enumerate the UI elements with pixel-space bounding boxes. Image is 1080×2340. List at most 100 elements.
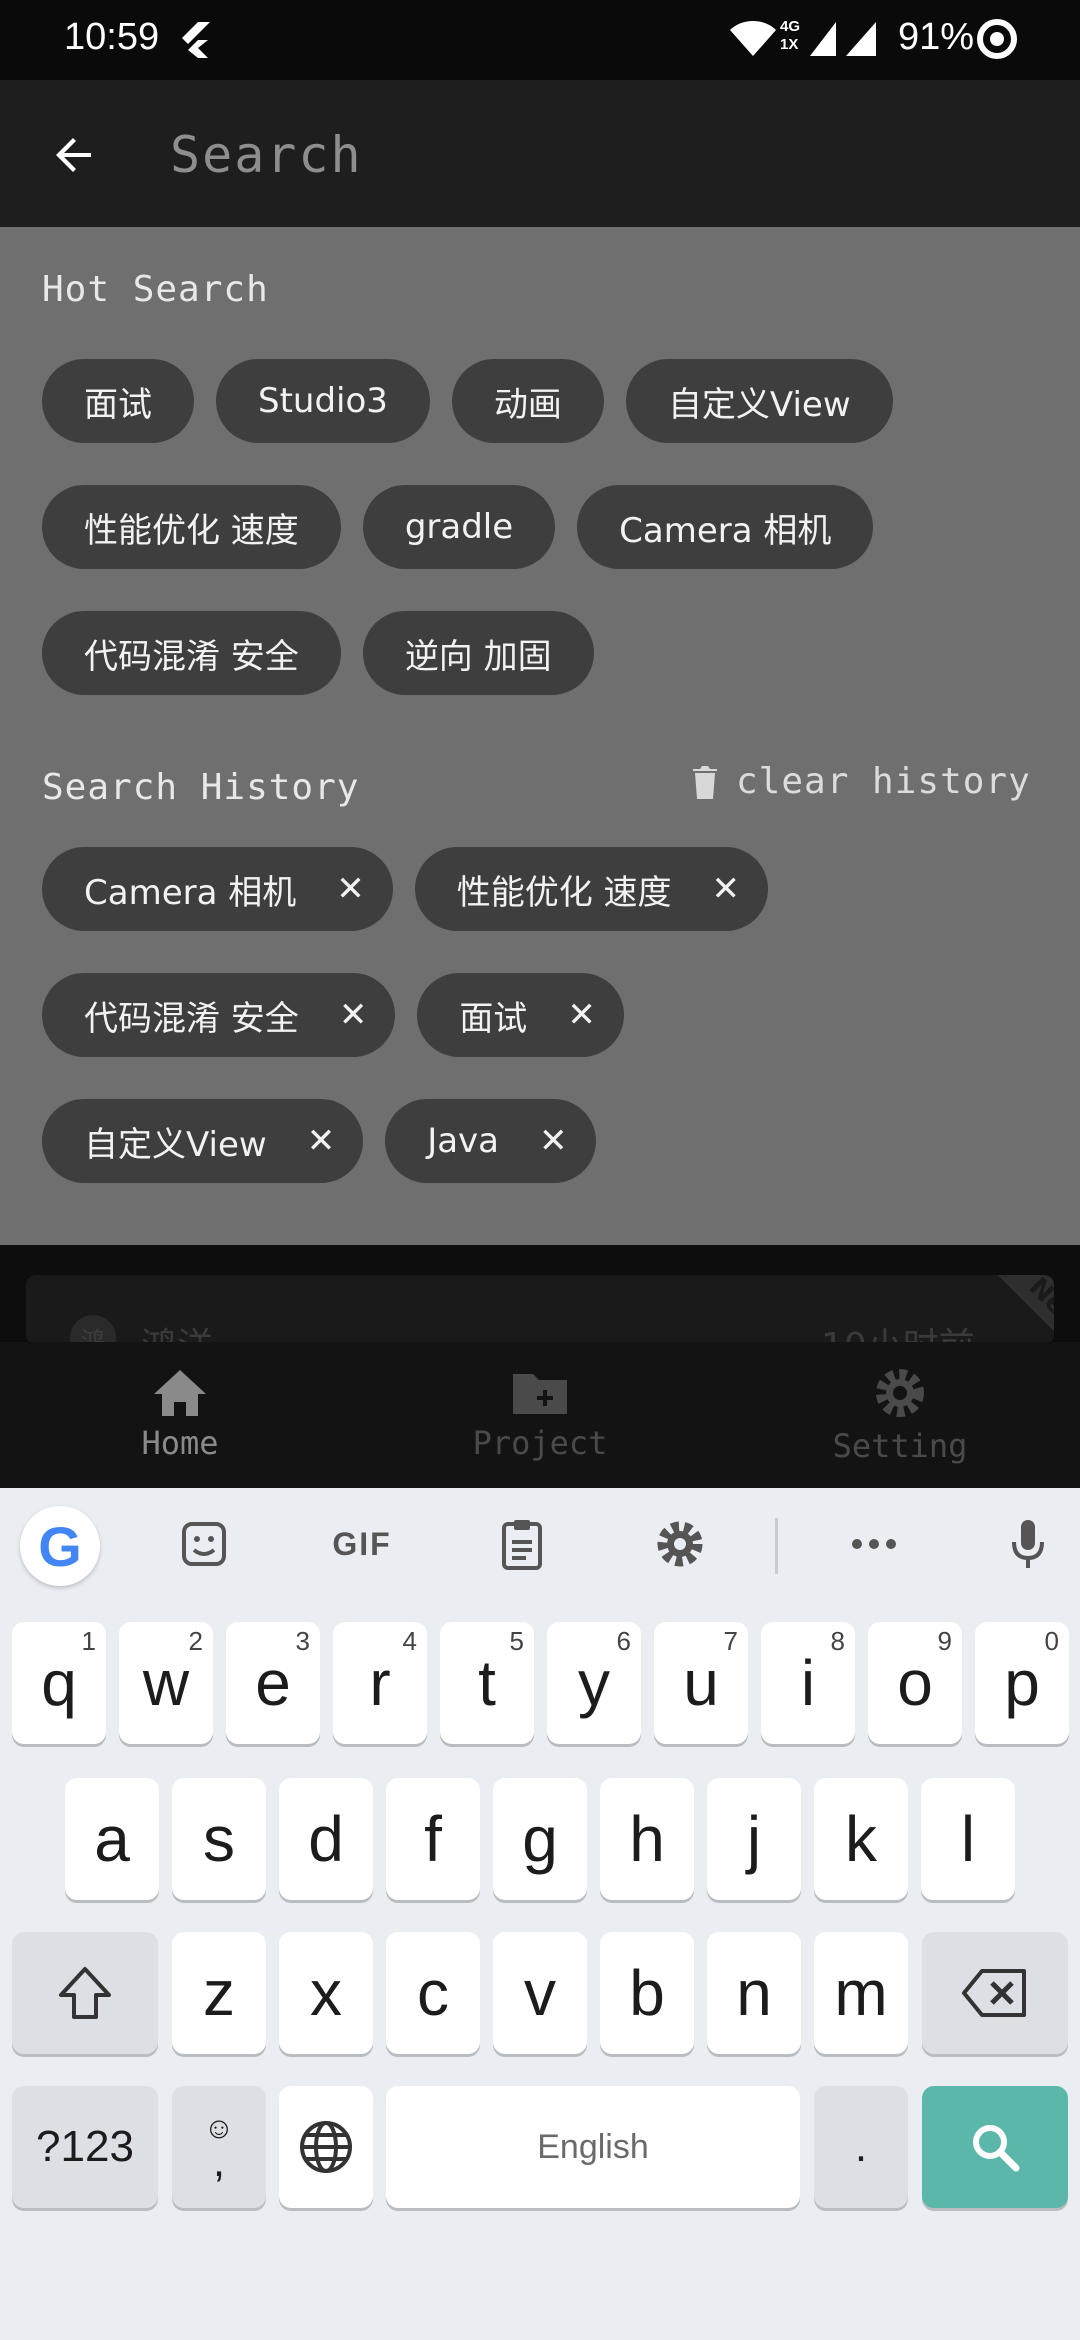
shift-key[interactable]: [12, 1932, 158, 2054]
hot-chip[interactable]: 面试: [42, 359, 194, 443]
key-s[interactable]: s: [172, 1778, 266, 1900]
search-action-key[interactable]: [922, 2086, 1068, 2208]
key-t[interactable]: t5: [440, 1622, 534, 1744]
sticker-icon[interactable]: [162, 1502, 246, 1586]
wifi-icon: [728, 18, 778, 62]
language-key[interactable]: [279, 2086, 373, 2208]
network-type-bottom: 1X: [780, 36, 799, 53]
key-hint: 5: [509, 1626, 524, 1656]
history-chip[interactable]: 自定义View ✕: [42, 1099, 364, 1183]
key-e[interactable]: e3: [226, 1622, 320, 1744]
key-j[interactable]: j: [707, 1778, 801, 1900]
clear-history-button[interactable]: clear history: [690, 761, 1031, 802]
key-m[interactable]: m: [814, 1932, 908, 2054]
nav-project[interactable]: Project: [360, 1342, 720, 1488]
hot-chip[interactable]: Camera 相机: [577, 485, 874, 569]
key-z[interactable]: z: [172, 1932, 266, 2054]
period-key[interactable]: .: [814, 2086, 908, 2208]
hot-chip[interactable]: gradle: [362, 485, 556, 569]
hot-chip[interactable]: 性能优化 速度: [42, 485, 341, 569]
key-a[interactable]: a: [65, 1778, 159, 1900]
history-chip[interactable]: Camera 相机 ✕: [42, 847, 393, 931]
space-key[interactable]: English: [386, 2086, 800, 2208]
google-icon[interactable]: G: [20, 1506, 100, 1586]
gear-icon[interactable]: [638, 1502, 722, 1586]
history-chip[interactable]: 面试 ✕: [417, 973, 624, 1057]
key-v[interactable]: v: [493, 1932, 587, 2054]
key-o[interactable]: o9: [868, 1622, 962, 1744]
key-y[interactable]: y6: [547, 1622, 641, 1744]
key-label: e: [255, 1647, 291, 1719]
mic-icon[interactable]: [986, 1502, 1070, 1586]
key-hint: 6: [616, 1626, 631, 1656]
nav-home-label: Home: [141, 1424, 219, 1462]
key-u[interactable]: u7: [654, 1622, 748, 1744]
hot-search-row: 代码混淆 安全 逆向 加固: [42, 611, 594, 695]
history-chip-label: Camera 相机: [84, 872, 297, 913]
key-q[interactable]: q1: [12, 1622, 106, 1744]
close-icon[interactable]: ✕: [336, 872, 365, 906]
hot-chip[interactable]: 逆向 加固: [362, 611, 594, 695]
hot-chip[interactable]: 代码混淆 安全: [42, 611, 341, 695]
hot-chip[interactable]: 动画: [451, 359, 604, 443]
history-chip[interactable]: 性能优化 速度 ✕: [414, 847, 769, 931]
search-input[interactable]: [170, 115, 1030, 195]
search-icon: [973, 2125, 1020, 2172]
key-c[interactable]: c: [386, 1932, 480, 2054]
hot-search-row: 面试 Studio3 动画 自定义View: [42, 359, 893, 443]
key-g[interactable]: g: [493, 1778, 587, 1900]
hot-chip[interactable]: 自定义View: [625, 359, 893, 443]
gear-icon: [876, 1369, 924, 1417]
battery-percent: 91%: [898, 16, 975, 58]
close-icon[interactable]: ✕: [339, 998, 368, 1032]
key-f[interactable]: f: [386, 1778, 480, 1900]
avatar: 鸿: [70, 1315, 116, 1345]
signal-icon-2: [844, 20, 878, 62]
new-ribbon: New: [978, 1275, 1054, 1345]
hot-search-row: 性能优化 速度 gradle Camera 相机: [42, 485, 874, 569]
key-hint: 4: [402, 1626, 417, 1656]
history-row: Camera 相机 ✕ 性能优化 速度 ✕: [42, 847, 769, 931]
card-author: 鸿洋: [141, 1317, 213, 1345]
history-chip-label: 自定义View: [84, 1124, 267, 1165]
key-n[interactable]: n: [707, 1932, 801, 2054]
key-w[interactable]: w2: [119, 1622, 213, 1744]
search-history-title: Search History: [42, 767, 360, 808]
key-k[interactable]: k: [814, 1778, 908, 1900]
key-b[interactable]: b: [600, 1932, 694, 2054]
history-row: 自定义View ✕ Java ✕: [42, 1099, 596, 1183]
nav-project-label: Project: [472, 1424, 608, 1462]
history-chip[interactable]: 代码混淆 安全 ✕: [42, 973, 396, 1057]
more-icon[interactable]: [832, 1502, 916, 1586]
key-x[interactable]: x: [279, 1932, 373, 2054]
key-label: u: [683, 1647, 719, 1719]
clipboard-icon[interactable]: [480, 1502, 564, 1586]
close-icon[interactable]: ✕: [712, 872, 741, 906]
back-button[interactable]: [40, 110, 110, 200]
symbols-key[interactable]: ?123: [12, 2086, 158, 2208]
key-label: q: [41, 1647, 77, 1719]
key-r[interactable]: r4: [333, 1622, 427, 1744]
history-chip-label: 面试: [459, 998, 528, 1039]
key-h[interactable]: h: [600, 1778, 694, 1900]
card-time: 10小时前: [821, 1317, 975, 1345]
key-p[interactable]: p0: [975, 1622, 1069, 1744]
battery-icon: [976, 18, 1018, 64]
keyboard-toolbar: G GIF: [0, 1488, 1080, 1608]
close-icon[interactable]: ✕: [539, 1124, 568, 1158]
soft-keyboard: G GIF q1 w2 e3 r4 t5 y6 u7 i8 o 9 p 0 a …: [0, 1488, 1080, 2340]
close-icon[interactable]: ✕: [567, 998, 596, 1032]
hot-chip[interactable]: Studio3: [216, 359, 430, 443]
emoji-comma-key[interactable]: ☺ ,: [172, 2086, 266, 2208]
key-i[interactable]: i8: [761, 1622, 855, 1744]
gif-icon[interactable]: GIF: [320, 1502, 404, 1586]
backspace-key[interactable]: [922, 1932, 1068, 2054]
close-icon[interactable]: ✕: [307, 1124, 336, 1158]
history-chip[interactable]: Java ✕: [385, 1099, 596, 1183]
key-label: w: [142, 1647, 190, 1719]
nav-home[interactable]: Home: [0, 1342, 360, 1488]
nav-setting[interactable]: Setting: [720, 1342, 1080, 1488]
key-l[interactable]: l: [921, 1778, 1015, 1900]
folder-add-icon: [513, 1374, 567, 1414]
key-d[interactable]: d: [279, 1778, 373, 1900]
